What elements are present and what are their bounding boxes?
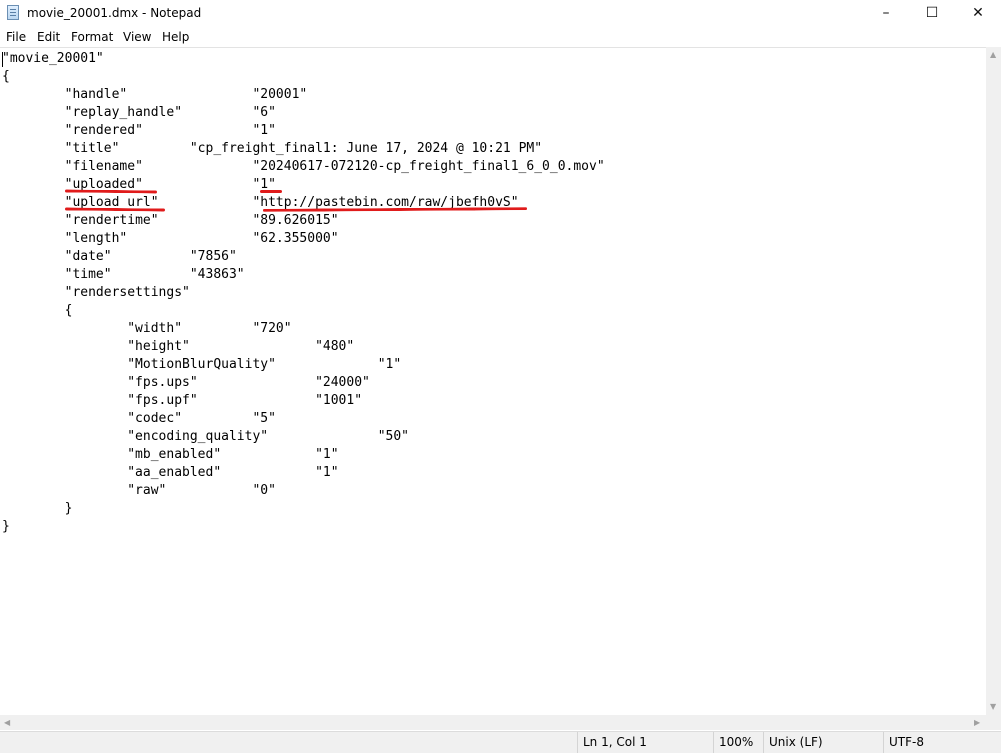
menu-file[interactable]: File <box>6 30 26 44</box>
status-bar: Ln 1, Col 1 100% Unix (LF) UTF-8 <box>0 731 1001 753</box>
annotation-underline-uploaded-value <box>260 190 282 193</box>
menu-view[interactable]: View <box>123 30 151 44</box>
close-button[interactable]: ✕ <box>955 0 1001 26</box>
scrollbar-corner <box>986 715 1001 730</box>
scroll-down-icon[interactable]: ▼ <box>990 703 996 711</box>
text-caret <box>2 52 3 67</box>
maximize-button[interactable]: ☐ <box>909 0 955 26</box>
minimize-button[interactable]: – <box>863 0 909 26</box>
document-text[interactable]: "movie_20001" { "handle" "20001" "replay… <box>2 50 605 536</box>
text-editor[interactable]: "movie_20001" { "handle" "20001" "replay… <box>0 47 986 716</box>
horizontal-scrollbar[interactable]: ◀ ▶ <box>0 715 986 730</box>
menu-format[interactable]: Format <box>71 30 113 44</box>
scroll-left-icon[interactable]: ◀ <box>4 719 10 727</box>
zoom-level: 100% <box>713 732 763 753</box>
menu-help[interactable]: Help <box>162 30 189 44</box>
scroll-up-icon[interactable]: ▲ <box>990 51 996 59</box>
line-ending: Unix (LF) <box>763 732 883 753</box>
encoding: UTF-8 <box>883 732 1001 753</box>
scroll-right-icon[interactable]: ▶ <box>974 719 980 727</box>
menu-bar: File Edit Format View Help <box>0 27 1001 47</box>
menu-edit[interactable]: Edit <box>37 30 60 44</box>
title-bar[interactable]: movie_20001.dmx - Notepad – ☐ ✕ <box>0 0 1001 26</box>
notepad-icon <box>7 5 19 20</box>
vertical-scrollbar[interactable]: ▲ ▼ <box>986 47 1001 715</box>
window-title: movie_20001.dmx - Notepad <box>27 6 202 20</box>
cursor-position: Ln 1, Col 1 <box>577 732 713 753</box>
